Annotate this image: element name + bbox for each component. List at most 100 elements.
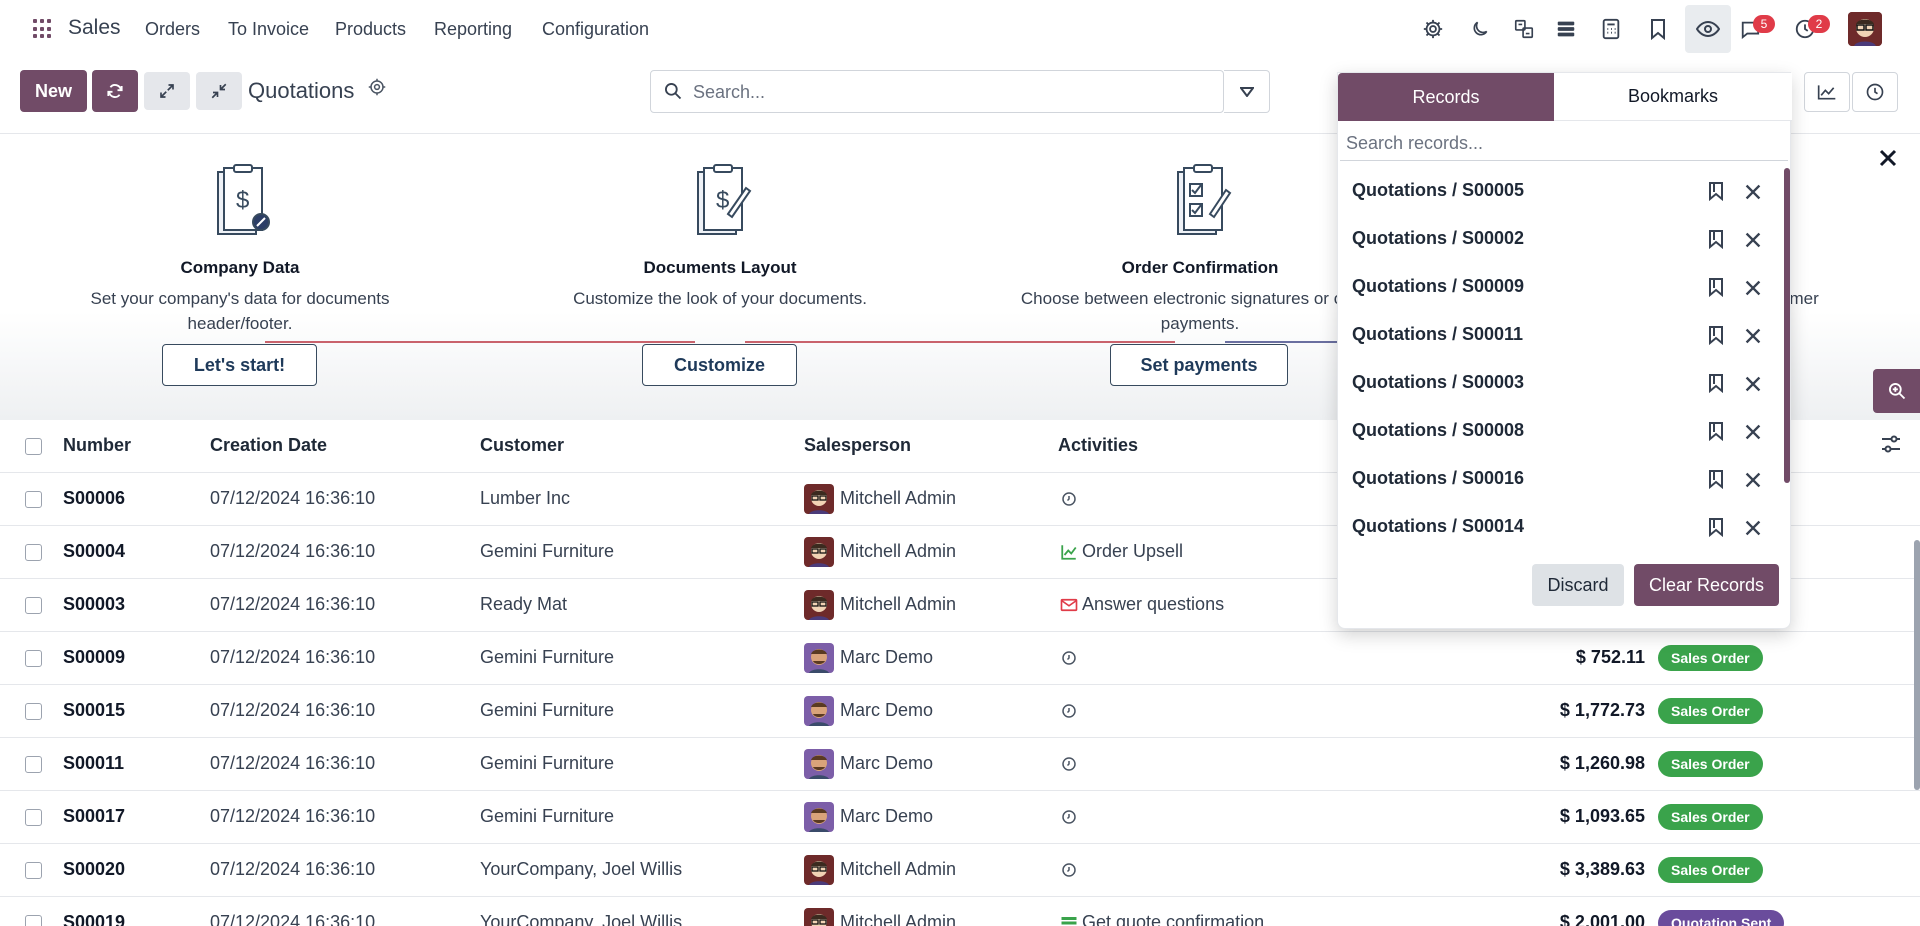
calculator-icon[interactable] [1594, 12, 1628, 46]
moon-icon[interactable] [1463, 12, 1497, 46]
envelope-icon[interactable] [1060, 596, 1078, 614]
close-onboarding-icon[interactable] [1876, 146, 1900, 170]
record-item[interactable]: Quotations / S00014 [1338, 504, 1782, 548]
row-activity[interactable]: Order Upsell [1082, 541, 1183, 562]
tab-records[interactable]: Records [1338, 73, 1554, 121]
bookmark-icon[interactable] [1641, 12, 1675, 46]
record-item[interactable]: Quotations / S00009 [1338, 264, 1782, 312]
clock-icon[interactable] [1060, 702, 1078, 720]
row-checkbox[interactable] [25, 597, 42, 614]
select-all-checkbox[interactable] [25, 438, 42, 455]
bookmark-icon[interactable] [1708, 373, 1724, 393]
search-options-toggle[interactable] [1224, 70, 1270, 113]
zoom-tab[interactable] [1873, 369, 1920, 413]
refresh-button[interactable] [92, 70, 138, 112]
clock-icon[interactable]: 2 [1788, 12, 1830, 46]
row-checkbox[interactable] [25, 703, 42, 720]
records-scrollbar[interactable] [1784, 168, 1790, 483]
menu-configuration[interactable]: Configuration [542, 19, 649, 40]
table-row[interactable]: S00009 07/12/2024 16:36:10 Gemini Furnitur… [0, 632, 1920, 685]
record-item-label[interactable]: Quotations / S00011 [1352, 324, 1523, 345]
app-name[interactable]: Sales [68, 16, 121, 40]
table-row[interactable]: S00019 07/12/2024 16:36:10 YourCompany, Jo… [0, 897, 1920, 926]
row-checkbox[interactable] [25, 756, 42, 773]
remove-record-icon[interactable] [1742, 229, 1764, 251]
header-number[interactable]: Number [63, 435, 131, 456]
menu-reporting[interactable]: Reporting [434, 19, 512, 40]
table-row[interactable]: S00015 07/12/2024 16:36:10 Gemini Furnitur… [0, 685, 1920, 738]
record-item-label[interactable]: Quotations / S00005 [1352, 180, 1524, 201]
header-creation-date[interactable]: Creation Date [210, 435, 327, 456]
lets-start-button[interactable]: Let's start! [162, 344, 317, 386]
list-icon[interactable] [1060, 914, 1078, 926]
expand-button[interactable] [144, 72, 190, 110]
user-avatar[interactable] [1848, 12, 1882, 46]
bookmark-icon[interactable] [1708, 421, 1724, 441]
record-item-label[interactable]: Quotations / S00016 [1352, 468, 1524, 489]
database-icon[interactable] [1549, 12, 1583, 46]
record-item[interactable]: Quotations / S00011 [1338, 312, 1782, 360]
record-item-label[interactable]: Quotations / S00014 [1352, 516, 1524, 537]
search-input[interactable]: Search... [650, 70, 1224, 113]
page-scrollbar[interactable] [1914, 540, 1920, 790]
row-checkbox[interactable] [25, 544, 42, 561]
bookmark-icon[interactable] [1708, 517, 1724, 537]
records-search-input[interactable]: Search records... [1340, 123, 1788, 161]
record-item[interactable]: Quotations / S00002 [1338, 216, 1782, 264]
header-customer[interactable]: Customer [480, 435, 564, 456]
table-row[interactable]: S00011 07/12/2024 16:36:10 Gemini Furnitur… [0, 738, 1920, 791]
record-item-label[interactable]: Quotations / S00003 [1352, 372, 1524, 393]
menu-to-invoice[interactable]: To Invoice [228, 19, 309, 40]
bookmark-icon[interactable] [1708, 469, 1724, 489]
gear-icon[interactable] [1416, 12, 1450, 46]
remove-record-icon[interactable] [1742, 181, 1764, 203]
translate-icon[interactable] [1507, 12, 1541, 46]
optional-columns-icon[interactable] [1880, 433, 1902, 455]
graph-view-button[interactable] [1804, 72, 1850, 112]
collapse-button[interactable] [196, 72, 242, 110]
row-activity[interactable]: Get quote confirmation [1082, 912, 1264, 926]
title-gear-icon[interactable] [368, 78, 386, 102]
customize-button[interactable]: Customize [642, 344, 797, 386]
eye-icon[interactable] [1685, 5, 1731, 53]
header-salesperson[interactable]: Salesperson [804, 435, 911, 456]
set-payments-button[interactable]: Set payments [1110, 344, 1288, 386]
menu-orders[interactable]: Orders [145, 19, 200, 40]
table-row[interactable]: S00017 07/12/2024 16:36:10 Gemini Furnitur… [0, 791, 1920, 844]
record-item[interactable]: Quotations / S00005 [1338, 168, 1782, 216]
clock-icon[interactable] [1060, 808, 1078, 826]
chart-icon[interactable] [1060, 543, 1078, 561]
record-item[interactable]: Quotations / S00008 [1338, 408, 1782, 456]
app-menu-icon[interactable] [33, 19, 53, 39]
remove-record-icon[interactable] [1742, 517, 1764, 539]
row-checkbox[interactable] [25, 491, 42, 508]
table-row[interactable]: S00020 07/12/2024 16:36:10 YourCompany, Jo… [0, 844, 1920, 897]
clock-icon[interactable] [1060, 490, 1078, 508]
remove-record-icon[interactable] [1742, 469, 1764, 491]
chat-icon[interactable]: 5 [1733, 12, 1775, 46]
row-checkbox[interactable] [25, 809, 42, 826]
remove-record-icon[interactable] [1742, 277, 1764, 299]
clear-records-button[interactable]: Clear Records [1634, 564, 1779, 606]
bookmark-icon[interactable] [1708, 229, 1724, 249]
row-activity[interactable]: Answer questions [1082, 594, 1224, 615]
record-item-label[interactable]: Quotations / S00002 [1352, 228, 1524, 249]
activity-view-button[interactable] [1852, 72, 1898, 112]
discard-button[interactable]: Discard [1532, 564, 1624, 606]
clock-icon[interactable] [1060, 861, 1078, 879]
clock-icon[interactable] [1060, 649, 1078, 667]
new-button[interactable]: New [20, 70, 87, 112]
row-checkbox[interactable] [25, 915, 42, 926]
remove-record-icon[interactable] [1742, 421, 1764, 443]
record-item-label[interactable]: Quotations / S00008 [1352, 420, 1524, 441]
tab-bookmarks[interactable]: Bookmarks [1554, 73, 1792, 121]
bookmark-icon[interactable] [1708, 277, 1724, 297]
remove-record-icon[interactable] [1742, 325, 1764, 347]
bookmark-icon[interactable] [1708, 325, 1724, 345]
header-activities[interactable]: Activities [1058, 435, 1138, 456]
clock-icon[interactable] [1060, 755, 1078, 773]
menu-products[interactable]: Products [335, 19, 406, 40]
row-checkbox[interactable] [25, 650, 42, 667]
record-item[interactable]: Quotations / S00003 [1338, 360, 1782, 408]
remove-record-icon[interactable] [1742, 373, 1764, 395]
